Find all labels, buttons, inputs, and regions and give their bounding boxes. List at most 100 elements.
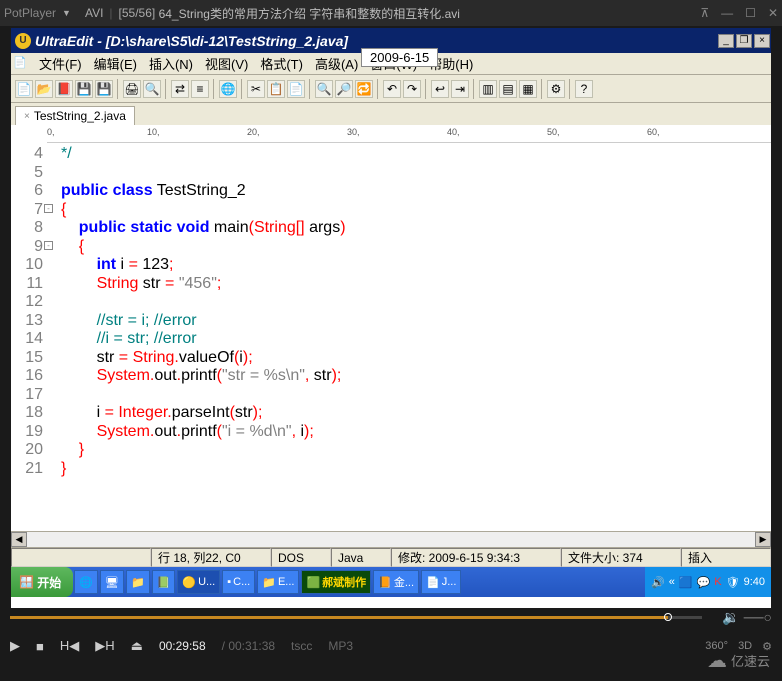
tray-net-icon[interactable]: 🟦	[679, 576, 693, 589]
window-pin-icon[interactable]: ⊼	[700, 6, 709, 20]
status-insert: 插入	[681, 548, 771, 567]
toggle-icon[interactable]: ⇄	[171, 80, 189, 98]
system-tray[interactable]: 🔊 « 🟦 💬 K 🛡 9:40	[645, 567, 771, 597]
web-icon[interactable]: 🌐	[219, 80, 237, 98]
tray-av-icon[interactable]: K	[714, 576, 721, 588]
code-text[interactable]: */ public class TestString_2{ public sta…	[47, 143, 771, 531]
horizontal-scrollbar[interactable]: ◀ ▶	[11, 531, 771, 547]
taskbar-item[interactable]: 📄 J...	[421, 570, 461, 594]
tray-clock[interactable]: 9:40	[744, 576, 765, 588]
window-maximize-icon[interactable]: ☐	[745, 6, 756, 20]
code-line[interactable]	[61, 293, 771, 312]
code-line[interactable]: String str = "456";	[61, 275, 771, 294]
start-button[interactable]: 🪟 开始	[11, 567, 73, 597]
menu-view[interactable]: 视图(V)	[199, 52, 254, 75]
progress-track[interactable]	[10, 616, 702, 619]
print-icon[interactable]: 🖨	[123, 80, 141, 98]
tile-icon[interactable]: ▦	[519, 80, 537, 98]
find-icon[interactable]: 🔍	[315, 80, 333, 98]
help-icon[interactable]: ?	[575, 80, 593, 98]
menu-insert[interactable]: 插入(N)	[143, 52, 199, 75]
menu-advanced[interactable]: 高级(A)	[309, 52, 364, 75]
taskbar-item-icon: ▪	[227, 576, 231, 588]
ue-restore-button[interactable]: ❐	[736, 34, 752, 48]
player-progress-bar[interactable]: 🔉 ──○	[0, 608, 782, 626]
menu-format[interactable]: 格式(T)	[254, 52, 309, 75]
wrap-icon[interactable]: ↩	[431, 80, 449, 98]
code-line[interactable]	[61, 164, 771, 183]
prev-button[interactable]: H◀	[60, 638, 79, 654]
code-line[interactable]: System.out.printf("i = %d\n", i);	[61, 423, 771, 442]
code-line[interactable]: //str = i; //error	[61, 312, 771, 331]
code-line[interactable]: }	[61, 460, 771, 479]
undo-icon[interactable]: ↶	[383, 80, 401, 98]
tab-close-icon[interactable]: ×	[24, 111, 30, 122]
save-icon[interactable]: 💾	[75, 80, 93, 98]
quicklaunch-4[interactable]: 📗	[152, 570, 176, 594]
split-v-icon[interactable]: ▤	[499, 80, 517, 98]
config-icon[interactable]: ⚙	[547, 80, 565, 98]
taskbar-item-label: 郝斌制作	[322, 574, 366, 590]
volume-icon[interactable]: 🔉 ──○	[722, 609, 772, 626]
taskbar-item[interactable]: 🟩 郝斌制作	[301, 570, 371, 594]
code-line[interactable]	[61, 386, 771, 405]
menu-file[interactable]: 文件(F)	[33, 52, 88, 75]
taskbar-item[interactable]: 📙 金...	[373, 570, 419, 594]
tray-shield-icon[interactable]: 🛡	[726, 576, 740, 589]
copy-icon[interactable]: 📋	[267, 80, 285, 98]
scroll-track[interactable]	[27, 532, 755, 547]
code-line[interactable]: public class TestString_2	[61, 182, 771, 201]
scroll-left-icon[interactable]: ◀	[11, 532, 27, 547]
play-button[interactable]: ▶	[10, 638, 20, 654]
window-close-icon[interactable]: ✕	[768, 6, 778, 20]
code-line[interactable]: {	[61, 201, 771, 220]
player-menu-dropdown[interactable]: ▼	[62, 8, 71, 18]
menubar-app-icon[interactable]: 📄	[13, 56, 29, 72]
ue-minimize-button[interactable]: _	[718, 34, 734, 48]
quicklaunch-3[interactable]: 📁	[126, 570, 150, 594]
new-file-icon[interactable]: 📄	[15, 80, 33, 98]
fold-toggle-icon[interactable]: -	[44, 241, 53, 250]
tray-msg-icon[interactable]: 💬	[697, 576, 711, 589]
progress-knob[interactable]	[664, 613, 672, 621]
editor-tab-active[interactable]: × TestString_2.java	[15, 106, 135, 125]
quicklaunch-desktop[interactable]: 🖥	[100, 570, 124, 594]
fold-toggle-icon[interactable]: -	[44, 204, 53, 213]
eject-button[interactable]: ⏏	[131, 638, 143, 654]
find-next-icon[interactable]: 🔎	[335, 80, 353, 98]
player-counter: [55/56]	[119, 6, 156, 20]
save-as-icon[interactable]: 💾	[95, 80, 113, 98]
paste-icon[interactable]: 📄	[287, 80, 305, 98]
code-line[interactable]: str = String.valueOf(i);	[61, 349, 771, 368]
redo-icon[interactable]: ↷	[403, 80, 421, 98]
scroll-right-icon[interactable]: ▶	[755, 532, 771, 547]
replace-icon[interactable]: 🔁	[355, 80, 373, 98]
code-line[interactable]: System.out.printf("str = %s\n", str);	[61, 367, 771, 386]
list-icon[interactable]: ≡	[191, 80, 209, 98]
code-line[interactable]: int i = 123;	[61, 256, 771, 275]
tray-expand-icon[interactable]: «	[669, 576, 675, 588]
next-button[interactable]: ▶H	[95, 638, 114, 654]
code-line[interactable]: {	[61, 238, 771, 257]
code-line[interactable]: public static void main(String[] args)	[61, 219, 771, 238]
open-file-icon[interactable]: 📂	[35, 80, 53, 98]
code-line[interactable]: */	[61, 145, 771, 164]
ue-close-button[interactable]: ×	[754, 34, 770, 48]
split-h-icon[interactable]: ▥	[479, 80, 497, 98]
stop-button[interactable]: ■	[36, 639, 44, 654]
window-minimize-icon[interactable]: —	[721, 6, 733, 20]
indent-icon[interactable]: ⇥	[451, 80, 469, 98]
quicklaunch-ie[interactable]: 🌐	[74, 570, 98, 594]
taskbar-item[interactable]: 🟡 U...	[177, 570, 220, 594]
code-line[interactable]: }	[61, 441, 771, 460]
close-file-icon[interactable]: 📕	[55, 80, 73, 98]
menu-edit[interactable]: 编辑(E)	[88, 52, 143, 75]
code-line[interactable]: //i = str; //error	[61, 330, 771, 349]
preview-icon[interactable]: 🔍	[143, 80, 161, 98]
tray-sound-icon[interactable]: 🔊	[651, 576, 665, 589]
taskbar-item[interactable]: ▪ C...	[222, 570, 255, 594]
taskbar-item[interactable]: 📁 E...	[257, 570, 299, 594]
code-line[interactable]: i = Integer.parseInt(str);	[61, 404, 771, 423]
cut-icon[interactable]: ✂	[247, 80, 265, 98]
date-overlay: 2009-6-15	[361, 48, 438, 67]
